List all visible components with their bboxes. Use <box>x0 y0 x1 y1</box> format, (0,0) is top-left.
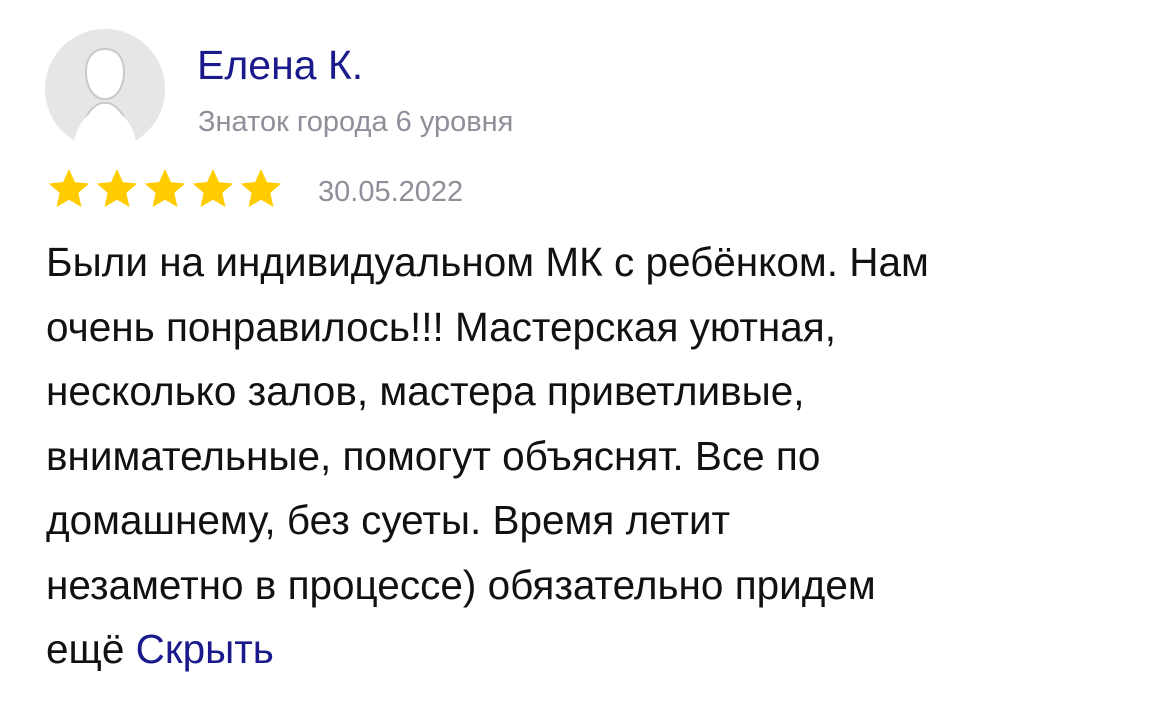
review-text: Были на индивидуальном МК с ребёнком. На… <box>46 230 1136 682</box>
rating-stars <box>46 166 284 214</box>
star-icon <box>96 169 138 208</box>
star-icon <box>144 169 186 208</box>
review-line: ещё <box>46 626 125 672</box>
review-card: Елена К. Знаток города 6 уровня 30.05.20… <box>0 0 1170 701</box>
author-level: Знаток города 6 уровня <box>198 106 514 138</box>
review-line: очень понравилось!!! Мастерская уютная, <box>46 303 836 350</box>
review-date: 30.05.2022 <box>318 176 464 208</box>
star-icon <box>240 169 282 208</box>
review-line: незаметно в процессе) обязательно придем <box>46 561 876 608</box>
avatar[interactable] <box>45 29 165 149</box>
star-icon <box>48 169 90 208</box>
review-line: несколько залов, мастера приветливые, <box>46 368 805 414</box>
hide-review-link[interactable]: Скрыть <box>136 626 274 672</box>
user-silhouette-icon <box>45 29 165 149</box>
review-line: внимательные, помогут объяснят. Все по <box>46 432 821 479</box>
review-line: Были на индивидуальном МК с ребёнком. На… <box>46 239 929 285</box>
author-name[interactable]: Елена К. <box>197 40 363 90</box>
star-icon <box>192 169 234 208</box>
review-line: домашнему, без суеты. Время летит <box>46 497 731 543</box>
